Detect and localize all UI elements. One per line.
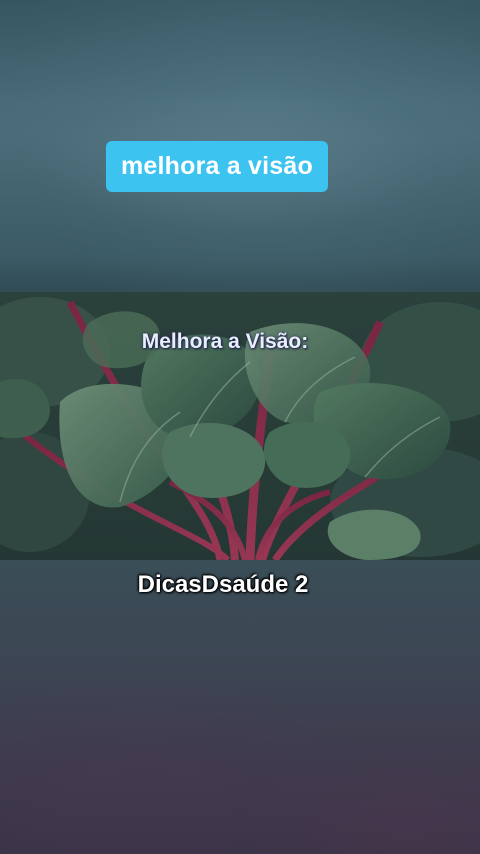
caption-text: melhora a visão [121, 152, 313, 180]
bottom-background [0, 560, 480, 854]
video-frame: melhora a visão Melhora a Visão: DicasDs… [0, 0, 480, 854]
watermark-text: DicasDsaúde 2 [137, 571, 309, 598]
caption-badge: melhora a visão [106, 141, 328, 192]
photo-title: Melhora a Visão: [141, 330, 309, 353]
